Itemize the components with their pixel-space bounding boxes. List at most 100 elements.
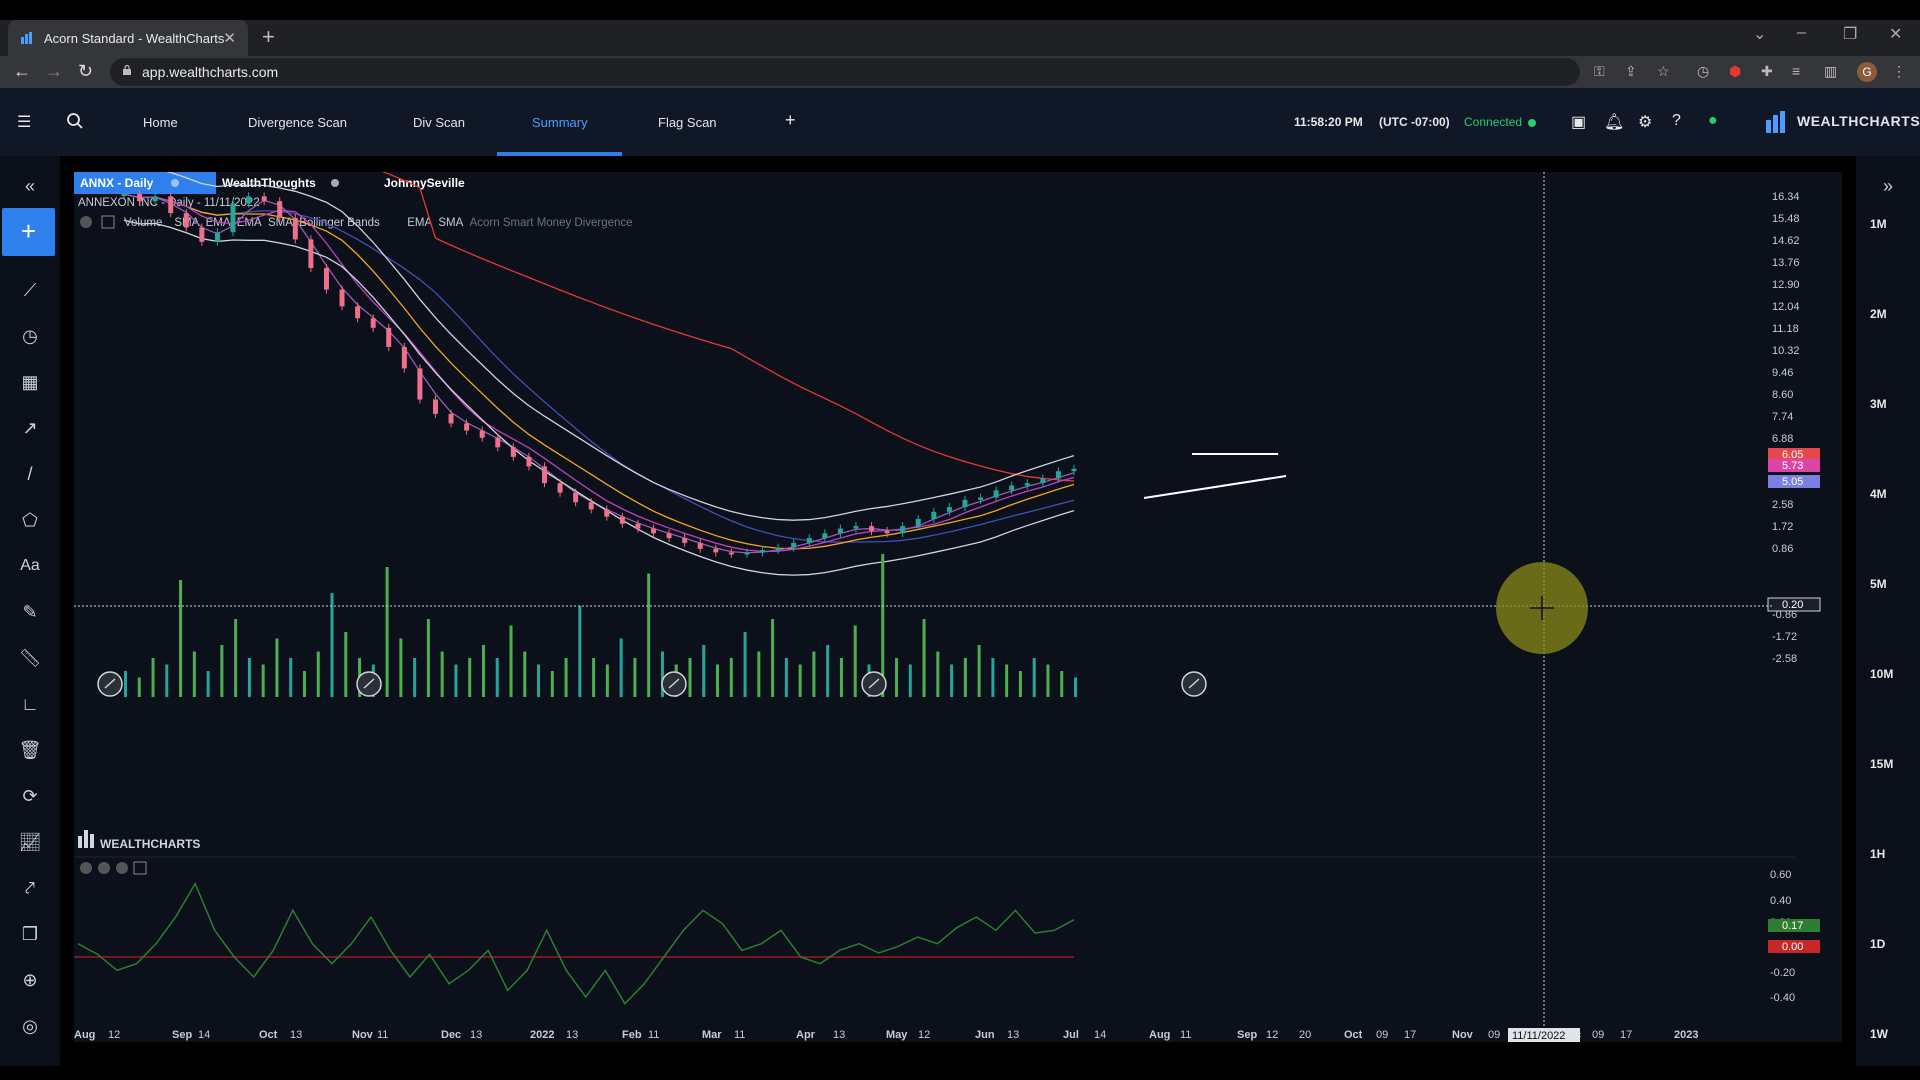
price-tick-label: -2.58 [1772,653,1797,665]
nav-summary[interactable]: Summary [532,115,588,130]
timeframe-10m[interactable]: 10M [1870,667,1893,681]
screen-top-strip [0,0,1920,20]
candle [292,217,298,240]
help-icon[interactable]: ? [1672,112,1681,130]
eye-toggle-icon[interactable] [80,216,92,228]
reload-icon[interactable]: ↻ [78,61,93,82]
trend-icon[interactable]: ↗ [18,416,42,440]
globe-icon[interactable]: ◎ [18,1014,42,1038]
chart-type-icon[interactable]: ⟋ [18,278,42,302]
close-tab-icon[interactable]: ✕ [223,29,236,47]
candle [152,196,158,202]
new-tab-button[interactable]: + [262,24,275,50]
candle [713,548,719,553]
pencil-icon[interactable]: ✎ [18,600,42,624]
close-window-icon[interactable]: ✕ [1889,24,1902,44]
browser-menu-icon[interactable]: ⋮ [1892,63,1906,80]
timeframe-2m[interactable]: 2M [1870,307,1887,321]
text-tool-icon[interactable]: Aa [18,554,42,578]
timeframe-3m[interactable]: 3M [1870,397,1887,411]
volume-bar [454,664,458,697]
timeframe-5m[interactable]: 5M [1870,577,1887,591]
candle [137,194,143,202]
trash-icon[interactable]: 🗑︎ [18,738,42,762]
timezone[interactable]: (UTC -07:00) [1379,115,1450,129]
extension-clock-icon[interactable]: ◷ [1697,63,1709,80]
time-tick-label: 2023 [1674,1029,1698,1041]
nav-flag-scan[interactable]: Flag Scan [658,115,717,130]
acorn-icon[interactable]: ● [1708,112,1718,130]
volume-bar [1032,658,1036,697]
collapse-legend-icon[interactable] [101,215,115,229]
volume-bar [124,671,127,697]
forward-icon[interactable]: → [45,61,63,82]
oscillator-controls[interactable] [80,861,147,875]
time-tick-label: 13 [566,1029,578,1041]
candle [869,526,875,531]
candle [261,196,267,202]
crosshair-icon[interactable]: ⊕ [18,968,42,992]
extensions-puzzle-icon[interactable]: ✚ [1761,63,1773,80]
price-axis[interactable]: 16.34 15.48 14.62 13.76 12.90 12.04 11.18 10.32… [1767,191,1821,665]
bell-icon[interactable]: 🔔︎ [1604,112,1624,132]
timeframe-4m[interactable]: 4M [1870,487,1887,501]
volume-bar [495,658,499,697]
restore-icon[interactable]: ❐ [1843,24,1857,44]
omnibox[interactable]: app.wealthcharts.com [110,58,1580,86]
copy-icon[interactable]: ❐ [18,922,42,946]
nav-home[interactable]: Home [143,115,178,130]
timeframe-15m[interactable]: 15M [1870,757,1893,771]
volume-bar [344,632,348,697]
volume-bar [426,619,430,697]
tab-search-icon[interactable]: ⌄ [1753,24,1766,44]
key-icon[interactable]: ⚿ [1594,63,1605,80]
hamburger-menu-icon[interactable]: ☰ [17,112,31,132]
chart-panel[interactable]: ANNX - Daily WealthThoughts JohnnySevill… [74,172,1842,1042]
volume-bar [647,573,651,697]
ruler-icon[interactable]: 📏︎ [18,646,42,670]
extension-ublock-icon[interactable]: ⬢ [1729,63,1741,80]
nav-divergence-scan[interactable]: Divergence Scan [248,115,347,130]
line-tool-icon[interactable]: / [18,462,42,486]
timeframe-1h[interactable]: 1H [1870,847,1885,861]
nodes-icon[interactable]: ⤤ [18,876,42,900]
volume-bar [826,645,830,697]
candle [183,213,189,228]
time-tick-label: 11 [734,1029,745,1041]
price-tick-label: 11.18 [1772,323,1799,335]
add-tab-icon[interactable]: + [785,110,796,131]
volume-bar [977,645,981,697]
timeframe-1m[interactable]: 1M [1870,217,1887,231]
volume-bar [523,651,527,697]
calendar-icon[interactable]: ▦ [18,370,42,394]
refresh-icon[interactable]: ⟳ [18,784,42,808]
share-icon[interactable]: ⇪ [1625,63,1637,80]
side-panel-icon[interactable]: ▥ [1824,63,1837,80]
add-indicator-button[interactable]: + [2,208,55,256]
time-axis[interactable]: Aug 12 Sep 14 Oct 13 Nov 11 Dec 13 2022 13 Feb 11 Mar 1… [74,1029,1698,1041]
angle-icon[interactable]: ∟ [18,692,42,716]
media-queue-icon[interactable]: ≡ [1792,63,1800,79]
volume-bar [481,645,485,697]
timeframe-1d[interactable]: 1D [1870,937,1885,951]
time-tick-label: 13 [290,1029,302,1041]
save-icon[interactable]: ▣ [1571,112,1586,132]
time-tick-label: 11 [648,1029,659,1041]
oscillator-axis[interactable]: 0.600.400.20-0.20-0.400.170.00 [1768,869,1820,1004]
minimize-icon[interactable]: – [1797,24,1806,42]
price-chart-svg[interactable]: ANNEXON INC - Daily - 11/11/2022 VolumeS… [74,172,1842,1042]
shapes-icon[interactable]: ⬠ [18,508,42,532]
collapse-left-icon[interactable]: « [18,174,42,198]
collapse-right-icon[interactable]: » [1876,174,1900,198]
gear-icon[interactable]: ⚙ [1638,112,1652,132]
back-icon[interactable]: ← [13,61,31,82]
clock-icon[interactable]: ◷ [18,324,42,348]
profile-avatar[interactable]: G [1857,62,1877,82]
volume-bar [206,671,210,697]
line-chart-icon[interactable]: 📈︎ [18,830,42,854]
search-icon[interactable] [66,112,84,135]
timeframe-1w[interactable]: 1W [1870,1027,1888,1041]
bookmark-star-icon[interactable]: ☆ [1657,63,1670,80]
browser-tab[interactable]: Acorn Standard - WealthCharts ✕ [8,20,248,56]
nav-div-scan[interactable]: Div Scan [413,115,465,130]
